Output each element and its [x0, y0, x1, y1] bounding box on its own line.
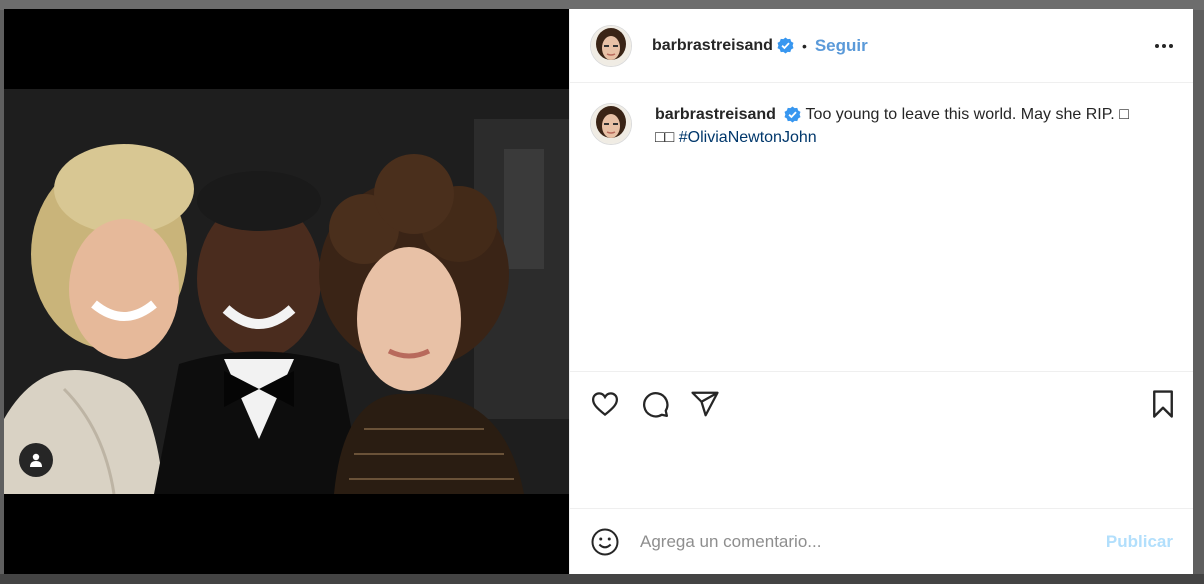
- post-header: barbrastreisand • Seguir: [570, 9, 1193, 83]
- heart-icon: [591, 392, 619, 417]
- photo-illustration: [4, 89, 569, 494]
- paper-plane-icon: [691, 391, 719, 417]
- publish-button[interactable]: Publicar: [1106, 532, 1173, 552]
- post-media[interactable]: [4, 9, 569, 574]
- avatar-image: [591, 25, 631, 66]
- comment-bubble-icon: [643, 392, 669, 418]
- caption-avatar[interactable]: [590, 103, 632, 145]
- bookmark-icon: [1153, 390, 1173, 418]
- more-options-icon: [1155, 43, 1159, 48]
- username-link[interactable]: barbrastreisand: [652, 37, 773, 55]
- hashtag-link[interactable]: #OliviaNewtonJohn: [679, 129, 817, 146]
- avatar-image: [591, 104, 631, 144]
- action-bar: [570, 372, 1193, 436]
- verified-badge-icon: [777, 37, 794, 54]
- separator-dot: •: [801, 37, 807, 54]
- caption-text: barbrastreisand Too young to leave this …: [655, 103, 1145, 371]
- tagged-users-button[interactable]: [19, 443, 53, 477]
- comment-input[interactable]: [638, 530, 1106, 553]
- post-modal: barbrastreisand • Seguir barbrastreisand…: [4, 9, 1193, 574]
- comment-button[interactable]: [640, 389, 670, 419]
- post-photo: [4, 89, 569, 494]
- emoji-button[interactable]: [590, 527, 620, 557]
- more-options-button[interactable]: [1151, 38, 1177, 54]
- user-tag-icon: [30, 453, 42, 467]
- caption-username[interactable]: barbrastreisand: [655, 106, 776, 123]
- background-page-grid: [0, 574, 1204, 584]
- verified-badge-icon: [784, 106, 801, 123]
- like-button[interactable]: [590, 389, 620, 419]
- likes-area: [570, 436, 1193, 508]
- follow-button[interactable]: Seguir: [815, 36, 868, 56]
- save-button[interactable]: [1149, 389, 1177, 419]
- comment-bar: Publicar: [570, 508, 1193, 574]
- caption-section: barbrastreisand Too young to leave this …: [570, 83, 1193, 372]
- avatar[interactable]: [590, 24, 632, 67]
- post-details-panel: barbrastreisand • Seguir barbrastreisand…: [569, 9, 1193, 574]
- emoji-smiley-icon: [591, 528, 619, 555]
- share-button[interactable]: [690, 389, 720, 419]
